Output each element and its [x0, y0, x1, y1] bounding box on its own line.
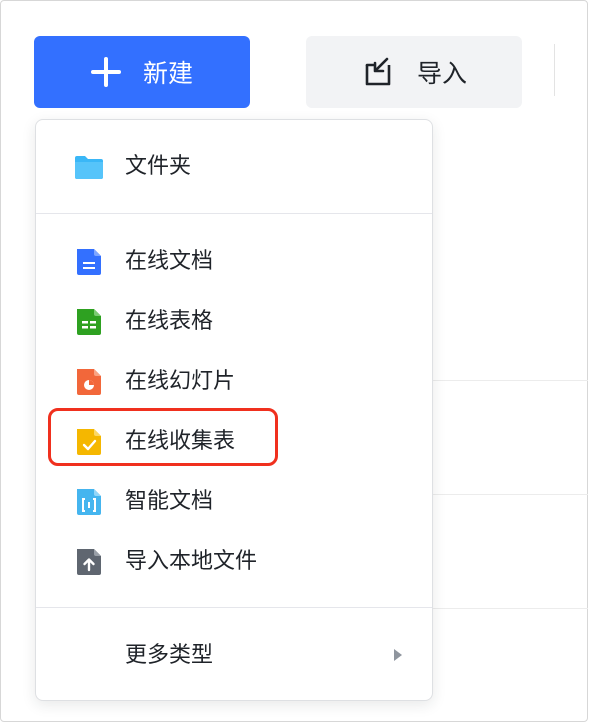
toolbar-divider: [554, 44, 555, 96]
menu-item-import-local[interactable]: 导入本地文件: [36, 536, 432, 588]
list-divider: [432, 494, 588, 495]
import-button[interactable]: 导入: [306, 36, 522, 108]
sheet-icon: [77, 309, 101, 335]
caret-right-icon: [394, 649, 402, 661]
menu-item-smart-doc[interactable]: 智能文档: [36, 476, 432, 528]
menu-item-label: 导入本地文件: [125, 549, 258, 574]
plus-icon: [90, 57, 121, 87]
folder-icon: [75, 156, 103, 179]
smart-doc-icon: [77, 489, 101, 515]
menu-item-sheet[interactable]: 在线表格: [36, 296, 432, 348]
menu-item-label: 在线收集表: [125, 429, 236, 454]
menu-item-form[interactable]: 在线收集表: [36, 416, 432, 468]
menu-item-slides[interactable]: 在线幻灯片: [36, 356, 432, 408]
list-divider: [432, 380, 588, 381]
new-dropdown-menu: 文件夹 在线文档 在线表格 在线幻灯片 在线收集表 智能文档 导入本地文件 更多…: [35, 119, 433, 701]
form-icon: [77, 429, 101, 455]
menu-item-label: 在线文档: [125, 249, 214, 274]
doc-icon: [77, 249, 101, 275]
menu-item-label: 在线表格: [125, 309, 214, 334]
import-button-label: 导入: [416, 59, 467, 88]
menu-item-label: 在线幻灯片: [125, 369, 236, 394]
new-button-label: 新建: [142, 59, 193, 88]
menu-item-more-types[interactable]: 更多类型: [36, 630, 432, 682]
upload-file-icon: [77, 549, 101, 575]
menu-item-label: 智能文档: [125, 489, 214, 514]
menu-divider: [36, 213, 432, 214]
menu-item-doc[interactable]: 在线文档: [36, 236, 432, 288]
new-button[interactable]: 新建: [34, 36, 250, 108]
menu-item-label: 更多类型: [125, 643, 214, 668]
menu-item-label: 文件夹: [125, 154, 192, 179]
import-icon: [365, 57, 391, 86]
list-divider: [432, 608, 588, 609]
menu-divider: [36, 607, 432, 608]
menu-item-folder[interactable]: 文件夹: [36, 141, 432, 193]
slides-icon: [77, 369, 101, 395]
